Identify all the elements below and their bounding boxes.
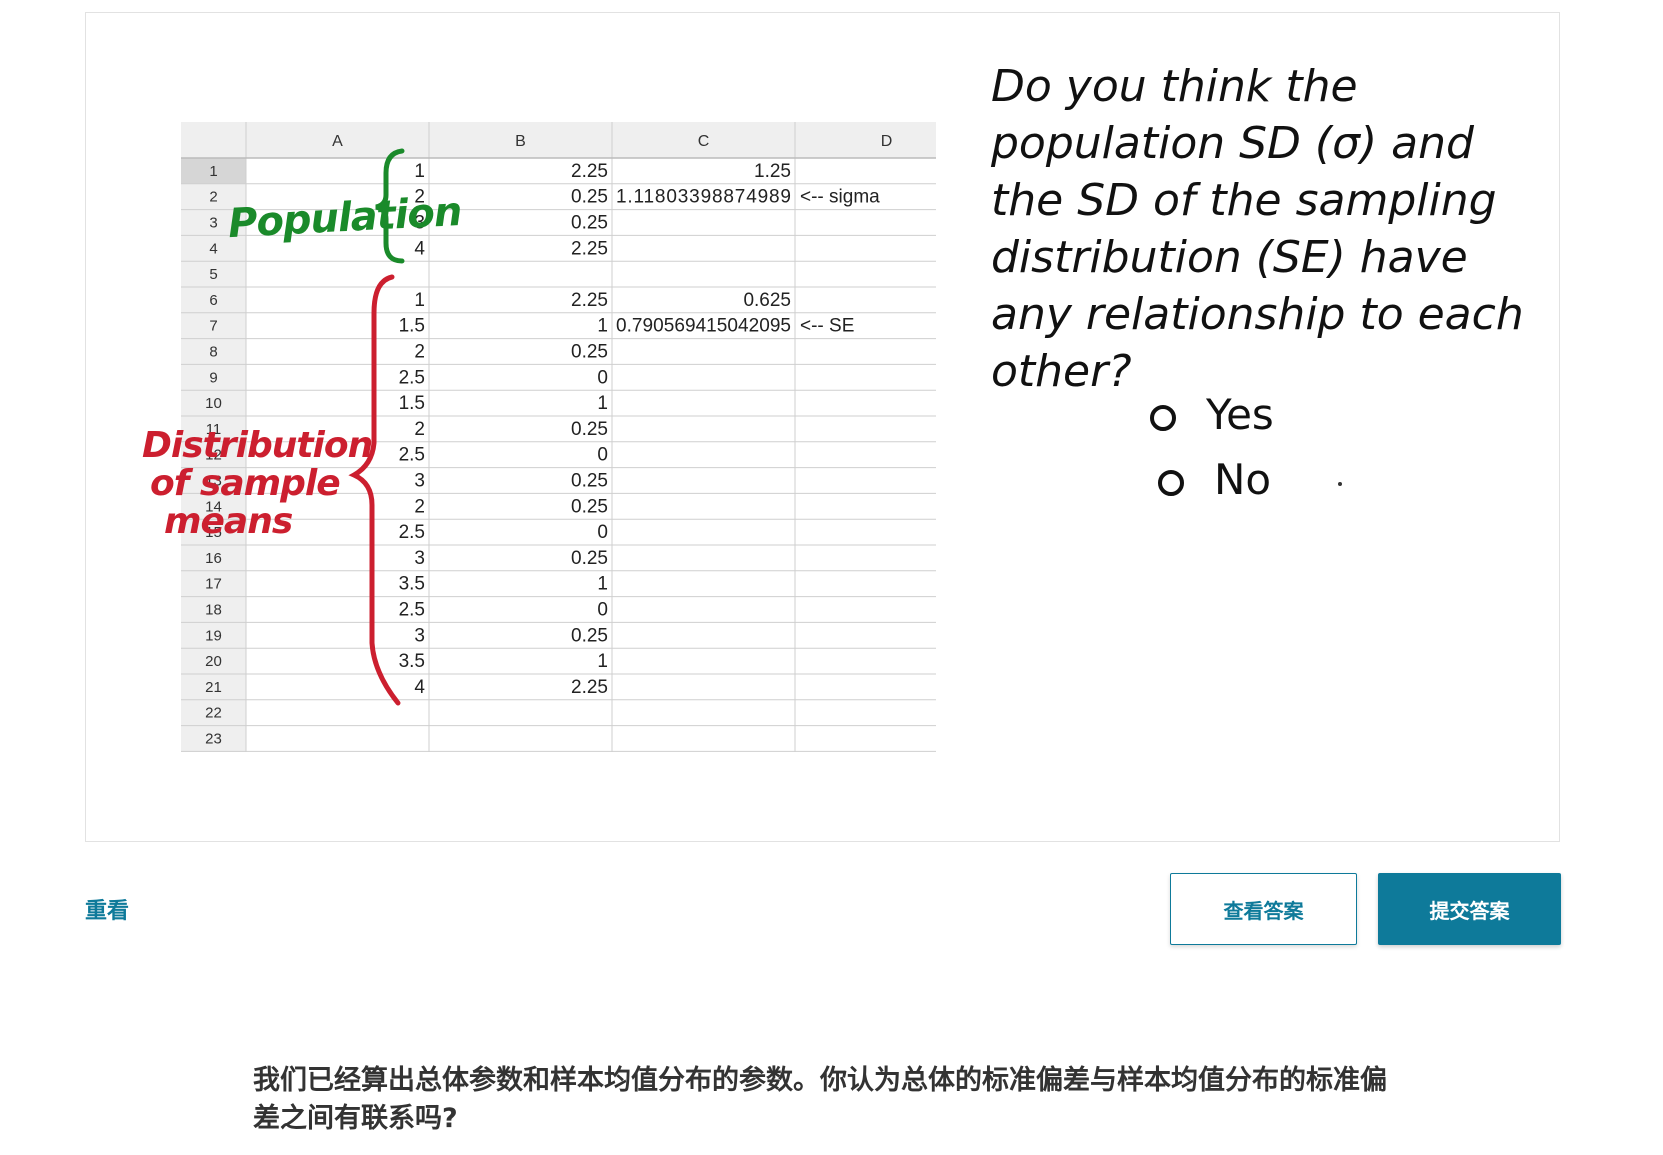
cell-b: 0.25 xyxy=(571,187,608,208)
cell-b: 0 xyxy=(597,600,608,621)
view-answer-button[interactable]: 查看答案 xyxy=(1170,873,1357,945)
cell-a: 1 xyxy=(414,161,425,182)
cell-a: 4 xyxy=(414,677,425,698)
question-line: population SD (σ) and xyxy=(991,118,1474,169)
radio-circle-icon xyxy=(1150,404,1176,431)
option-label: No xyxy=(1214,455,1272,504)
cell-b: 0 xyxy=(597,445,608,466)
cell-a: 3.5 xyxy=(399,651,425,672)
submit-answer-button[interactable]: 提交答案 xyxy=(1378,873,1561,945)
question-line: Do you think the xyxy=(991,61,1358,112)
cell-b: 1 xyxy=(597,574,608,595)
cell-a: 3.5 xyxy=(399,574,425,595)
cell-b: 0.25 xyxy=(571,548,608,569)
column-header-c: C xyxy=(698,133,710,150)
cell-a: 2.5 xyxy=(399,600,425,621)
cell-a: 2.5 xyxy=(399,367,425,388)
cell-b: 0.25 xyxy=(571,342,608,363)
row-number: 4 xyxy=(209,240,217,257)
cell-a: 2 xyxy=(414,419,425,440)
row-number: 10 xyxy=(205,395,222,412)
cell-b: 0.25 xyxy=(571,213,608,234)
row-number: 1 xyxy=(209,163,217,180)
option-label: Yes xyxy=(1206,390,1274,439)
video-frame[interactable]: A B C D 1 1 2.25 1.25 2 2 0.25 1.11803398874989 <-- … xyxy=(85,12,1560,842)
cell-b: 2.25 xyxy=(571,677,608,698)
row-number: 9 xyxy=(209,369,217,386)
cell-a: 2.5 xyxy=(399,522,425,543)
cell-a: 3 xyxy=(414,471,425,492)
row-number: 22 xyxy=(205,705,222,722)
cell-c: 0.790569415042095 xyxy=(616,316,791,337)
row-number: 19 xyxy=(205,627,222,644)
cell-a: 2 xyxy=(414,496,425,517)
row-number: 7 xyxy=(209,318,217,335)
cell-d: <-- sigma xyxy=(800,187,880,208)
cell-b: 2.25 xyxy=(571,238,608,259)
distribution-annotation-line: of sample xyxy=(150,463,341,504)
cell-b: 0.25 xyxy=(571,625,608,646)
column-header-d: D xyxy=(881,133,893,150)
row-number: 5 xyxy=(209,266,217,283)
cell-b: 0.25 xyxy=(571,496,608,517)
question-caption: 我们已经算出总体参数和样本均值分布的参数。你认为总体的标准偏差与样本均值分布的标… xyxy=(253,1065,1387,1134)
distribution-annotation-line: Distribution xyxy=(142,425,373,466)
row-number: 21 xyxy=(205,679,222,696)
radio-circle-icon xyxy=(1158,469,1184,496)
row-number: 8 xyxy=(209,344,217,361)
cell-c: 0.625 xyxy=(743,290,791,311)
cell-b: 0.25 xyxy=(571,419,608,440)
cell-a: 4 xyxy=(414,238,425,259)
cell-a: 1.5 xyxy=(399,393,425,414)
question-text: Do you think the population SD (σ) and t… xyxy=(991,58,1531,400)
cell-b: 0 xyxy=(597,367,608,388)
cell-b: 1 xyxy=(597,651,608,672)
cell-b: 2.25 xyxy=(571,290,608,311)
distribution-annotation: Distribution of sample means xyxy=(142,425,373,542)
row-number: 16 xyxy=(205,550,222,567)
row-number: 20 xyxy=(205,653,222,670)
row-number: 18 xyxy=(205,602,222,619)
question-line: distribution (SE) have xyxy=(991,232,1468,283)
row-number: 2 xyxy=(209,189,217,206)
column-header-b: B xyxy=(515,133,526,150)
column-header-bar xyxy=(181,122,978,158)
row-number: 6 xyxy=(209,292,217,309)
cell-b: 1 xyxy=(597,316,608,337)
cell-c: 1.11803398874989 xyxy=(616,187,791,208)
stray-dot xyxy=(1338,482,1342,486)
cell-b: 2.25 xyxy=(571,161,608,182)
question-line: the SD of the sampling xyxy=(991,175,1497,226)
row-number: 3 xyxy=(209,215,217,232)
option-no: No xyxy=(1158,455,1271,504)
row-number: 23 xyxy=(205,731,222,748)
cell-a: 3 xyxy=(414,548,425,569)
cell-a: 1.5 xyxy=(399,316,425,337)
row-number: 17 xyxy=(205,576,222,593)
cell-a: 2 xyxy=(414,342,425,363)
rewatch-link[interactable]: 重看 xyxy=(85,893,129,925)
cell-b: 0.25 xyxy=(571,471,608,492)
cell-a: 2.5 xyxy=(399,445,425,466)
question-line: any relationship to each xyxy=(991,289,1524,340)
distribution-annotation-line: means xyxy=(164,501,293,542)
option-yes: Yes xyxy=(1150,390,1274,439)
cell-b: 0 xyxy=(597,522,608,543)
cell-c: 1.25 xyxy=(754,161,791,182)
cell-a: 3 xyxy=(414,625,425,646)
cell-b: 1 xyxy=(597,393,608,414)
cell-d: <-- SE xyxy=(800,316,854,337)
column-header-a: A xyxy=(332,133,343,150)
cell-a: 1 xyxy=(414,290,425,311)
